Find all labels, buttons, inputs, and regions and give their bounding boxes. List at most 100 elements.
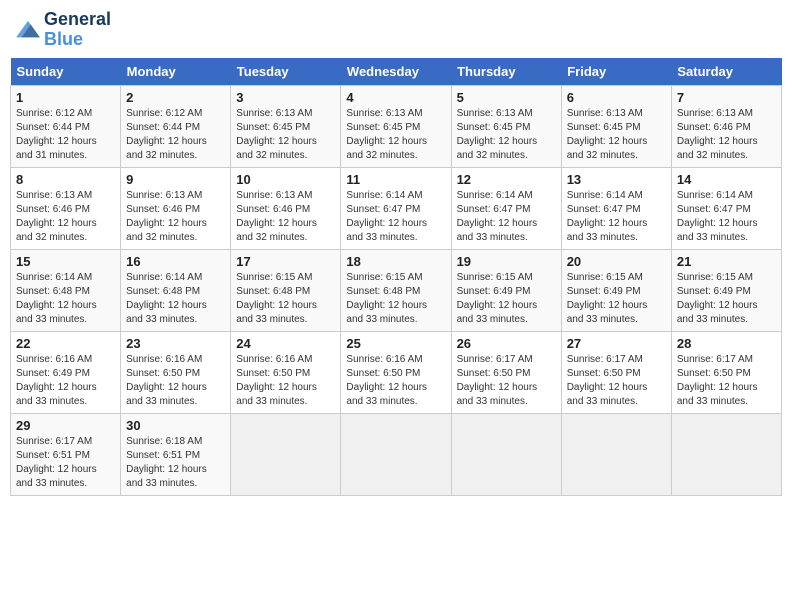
calendar-cell: 9 Sunrise: 6:13 AMSunset: 6:46 PMDayligh… — [121, 167, 231, 249]
column-header-thursday: Thursday — [451, 58, 561, 86]
calendar-cell: 5 Sunrise: 6:13 AMSunset: 6:45 PMDayligh… — [451, 85, 561, 167]
day-info: Sunrise: 6:14 AMSunset: 6:48 PMDaylight:… — [16, 272, 97, 325]
calendar-week-4: 22 Sunrise: 6:16 AMSunset: 6:49 PMDaylig… — [11, 331, 782, 413]
calendar-cell: 27 Sunrise: 6:17 AMSunset: 6:50 PMDaylig… — [561, 331, 671, 413]
day-info: Sunrise: 6:14 AMSunset: 6:47 PMDaylight:… — [567, 190, 648, 243]
calendar-cell: 7 Sunrise: 6:13 AMSunset: 6:46 PMDayligh… — [671, 85, 781, 167]
column-header-wednesday: Wednesday — [341, 58, 451, 86]
day-info: Sunrise: 6:15 AMSunset: 6:49 PMDaylight:… — [567, 272, 648, 325]
day-number: 14 — [677, 172, 776, 187]
day-number: 23 — [126, 336, 225, 351]
calendar-cell: 16 Sunrise: 6:14 AMSunset: 6:48 PMDaylig… — [121, 249, 231, 331]
day-info: Sunrise: 6:14 AMSunset: 6:47 PMDaylight:… — [457, 190, 538, 243]
day-number: 9 — [126, 172, 225, 187]
day-number: 20 — [567, 254, 666, 269]
calendar-cell: 14 Sunrise: 6:14 AMSunset: 6:47 PMDaylig… — [671, 167, 781, 249]
day-number: 4 — [346, 90, 445, 105]
calendar-cell: 20 Sunrise: 6:15 AMSunset: 6:49 PMDaylig… — [561, 249, 671, 331]
day-number: 8 — [16, 172, 115, 187]
day-number: 29 — [16, 418, 115, 433]
day-number: 17 — [236, 254, 335, 269]
day-info: Sunrise: 6:12 AMSunset: 6:44 PMDaylight:… — [16, 108, 97, 161]
day-number: 10 — [236, 172, 335, 187]
day-info: Sunrise: 6:13 AMSunset: 6:46 PMDaylight:… — [236, 190, 317, 243]
calendar-week-5: 29 Sunrise: 6:17 AMSunset: 6:51 PMDaylig… — [11, 413, 782, 495]
calendar-cell: 23 Sunrise: 6:16 AMSunset: 6:50 PMDaylig… — [121, 331, 231, 413]
day-number: 11 — [346, 172, 445, 187]
calendar-cell — [341, 413, 451, 495]
calendar-body: 1 Sunrise: 6:12 AMSunset: 6:44 PMDayligh… — [11, 85, 782, 495]
column-header-tuesday: Tuesday — [231, 58, 341, 86]
day-number: 18 — [346, 254, 445, 269]
calendar-cell: 6 Sunrise: 6:13 AMSunset: 6:45 PMDayligh… — [561, 85, 671, 167]
calendar-cell: 17 Sunrise: 6:15 AMSunset: 6:48 PMDaylig… — [231, 249, 341, 331]
calendar-cell — [561, 413, 671, 495]
day-info: Sunrise: 6:13 AMSunset: 6:45 PMDaylight:… — [236, 108, 317, 161]
day-number: 15 — [16, 254, 115, 269]
page-header: General Blue — [10, 10, 782, 50]
day-number: 1 — [16, 90, 115, 105]
day-number: 13 — [567, 172, 666, 187]
column-header-monday: Monday — [121, 58, 231, 86]
calendar-table: SundayMondayTuesdayWednesdayThursdayFrid… — [10, 58, 782, 496]
calendar-cell — [451, 413, 561, 495]
column-header-friday: Friday — [561, 58, 671, 86]
calendar-week-2: 8 Sunrise: 6:13 AMSunset: 6:46 PMDayligh… — [11, 167, 782, 249]
calendar-cell: 25 Sunrise: 6:16 AMSunset: 6:50 PMDaylig… — [341, 331, 451, 413]
day-number: 27 — [567, 336, 666, 351]
day-info: Sunrise: 6:16 AMSunset: 6:50 PMDaylight:… — [346, 354, 427, 407]
calendar-cell: 15 Sunrise: 6:14 AMSunset: 6:48 PMDaylig… — [11, 249, 121, 331]
day-number: 25 — [346, 336, 445, 351]
day-info: Sunrise: 6:14 AMSunset: 6:47 PMDaylight:… — [346, 190, 427, 243]
logo-icon — [14, 19, 42, 41]
calendar-week-1: 1 Sunrise: 6:12 AMSunset: 6:44 PMDayligh… — [11, 85, 782, 167]
calendar-cell: 21 Sunrise: 6:15 AMSunset: 6:49 PMDaylig… — [671, 249, 781, 331]
day-info: Sunrise: 6:12 AMSunset: 6:44 PMDaylight:… — [126, 108, 207, 161]
day-info: Sunrise: 6:14 AMSunset: 6:48 PMDaylight:… — [126, 272, 207, 325]
day-number: 30 — [126, 418, 225, 433]
day-info: Sunrise: 6:13 AMSunset: 6:46 PMDaylight:… — [126, 190, 207, 243]
day-number: 7 — [677, 90, 776, 105]
calendar-cell: 1 Sunrise: 6:12 AMSunset: 6:44 PMDayligh… — [11, 85, 121, 167]
day-info: Sunrise: 6:18 AMSunset: 6:51 PMDaylight:… — [126, 436, 207, 489]
logo-text: General Blue — [44, 10, 111, 50]
calendar-cell: 10 Sunrise: 6:13 AMSunset: 6:46 PMDaylig… — [231, 167, 341, 249]
day-number: 22 — [16, 336, 115, 351]
calendar-cell: 12 Sunrise: 6:14 AMSunset: 6:47 PMDaylig… — [451, 167, 561, 249]
calendar-cell: 2 Sunrise: 6:12 AMSunset: 6:44 PMDayligh… — [121, 85, 231, 167]
calendar-cell: 8 Sunrise: 6:13 AMSunset: 6:46 PMDayligh… — [11, 167, 121, 249]
day-info: Sunrise: 6:13 AMSunset: 6:45 PMDaylight:… — [567, 108, 648, 161]
calendar-cell: 4 Sunrise: 6:13 AMSunset: 6:45 PMDayligh… — [341, 85, 451, 167]
calendar-cell: 30 Sunrise: 6:18 AMSunset: 6:51 PMDaylig… — [121, 413, 231, 495]
column-header-sunday: Sunday — [11, 58, 121, 86]
day-info: Sunrise: 6:15 AMSunset: 6:49 PMDaylight:… — [457, 272, 538, 325]
calendar-cell: 24 Sunrise: 6:16 AMSunset: 6:50 PMDaylig… — [231, 331, 341, 413]
day-info: Sunrise: 6:17 AMSunset: 6:50 PMDaylight:… — [567, 354, 648, 407]
calendar-cell: 28 Sunrise: 6:17 AMSunset: 6:50 PMDaylig… — [671, 331, 781, 413]
day-info: Sunrise: 6:15 AMSunset: 6:48 PMDaylight:… — [236, 272, 317, 325]
day-info: Sunrise: 6:13 AMSunset: 6:46 PMDaylight:… — [16, 190, 97, 243]
calendar-cell: 26 Sunrise: 6:17 AMSunset: 6:50 PMDaylig… — [451, 331, 561, 413]
column-header-saturday: Saturday — [671, 58, 781, 86]
day-info: Sunrise: 6:16 AMSunset: 6:50 PMDaylight:… — [236, 354, 317, 407]
calendar-cell: 11 Sunrise: 6:14 AMSunset: 6:47 PMDaylig… — [341, 167, 451, 249]
calendar-cell: 19 Sunrise: 6:15 AMSunset: 6:49 PMDaylig… — [451, 249, 561, 331]
calendar-cell: 29 Sunrise: 6:17 AMSunset: 6:51 PMDaylig… — [11, 413, 121, 495]
day-number: 21 — [677, 254, 776, 269]
day-info: Sunrise: 6:17 AMSunset: 6:51 PMDaylight:… — [16, 436, 97, 489]
day-info: Sunrise: 6:16 AMSunset: 6:50 PMDaylight:… — [126, 354, 207, 407]
calendar-cell: 18 Sunrise: 6:15 AMSunset: 6:48 PMDaylig… — [341, 249, 451, 331]
day-number: 24 — [236, 336, 335, 351]
logo: General Blue — [14, 10, 111, 50]
calendar-header: SundayMondayTuesdayWednesdayThursdayFrid… — [11, 58, 782, 86]
day-info: Sunrise: 6:13 AMSunset: 6:45 PMDaylight:… — [346, 108, 427, 161]
calendar-week-3: 15 Sunrise: 6:14 AMSunset: 6:48 PMDaylig… — [11, 249, 782, 331]
calendar-cell — [231, 413, 341, 495]
day-number: 6 — [567, 90, 666, 105]
day-info: Sunrise: 6:17 AMSunset: 6:50 PMDaylight:… — [457, 354, 538, 407]
calendar-cell: 22 Sunrise: 6:16 AMSunset: 6:49 PMDaylig… — [11, 331, 121, 413]
day-number: 28 — [677, 336, 776, 351]
day-info: Sunrise: 6:13 AMSunset: 6:46 PMDaylight:… — [677, 108, 758, 161]
day-number: 2 — [126, 90, 225, 105]
day-number: 19 — [457, 254, 556, 269]
